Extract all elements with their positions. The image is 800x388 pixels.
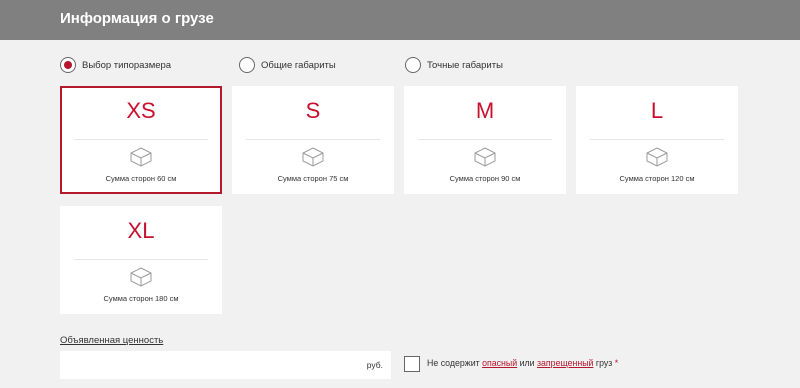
- card-size-label: M: [475, 98, 495, 123]
- radio-exact-dimensions[interactable]: Точные габариты: [405, 57, 503, 73]
- radio-size-type[interactable]: Выбор типоразмера: [60, 57, 171, 73]
- box-icon: [130, 147, 152, 167]
- size-card-xs[interactable]: XS Сумма сторон 60 см: [60, 86, 222, 194]
- no-dangerous-cargo-label: Не содержит опасный или запрещенный груз…: [427, 358, 618, 368]
- radio-circle-selected[interactable]: [60, 57, 76, 73]
- currency-label: руб.: [366, 360, 383, 370]
- card-description: Сумма сторон 180 см: [103, 294, 179, 303]
- divider: [74, 259, 208, 260]
- radio-label: Выбор типоразмера: [82, 59, 172, 71]
- box-icon: [474, 147, 496, 167]
- declared-value-input[interactable]: руб.: [60, 351, 391, 379]
- required-mark: *: [614, 358, 619, 368]
- box-icon: [302, 147, 324, 167]
- size-card-m[interactable]: M Сумма сторон 90 см: [404, 86, 566, 194]
- card-description: Сумма сторон 75 см: [277, 174, 349, 183]
- radio-label: Общие габариты: [261, 59, 336, 71]
- size-card-xl[interactable]: XL Сумма сторон 180 см: [60, 206, 222, 314]
- card-description: Сумма сторон 60 см: [105, 174, 177, 183]
- forbidden-cargo-link[interactable]: запрещенный: [537, 358, 593, 368]
- box-icon: [130, 267, 152, 287]
- divider: [590, 139, 724, 140]
- declared-value-label[interactable]: Объявленная ценность: [60, 335, 163, 346]
- card-size-label: L: [650, 98, 664, 123]
- size-mode-radio-group: Выбор типоразмера Общие габариты Точные …: [0, 57, 800, 77]
- no-dangerous-cargo-checkbox[interactable]: [404, 356, 420, 372]
- check-text-part: груз: [593, 358, 615, 368]
- card-description: Сумма сторон 120 см: [619, 174, 695, 183]
- divider: [74, 139, 208, 140]
- section-header: Информация о грузе: [0, 0, 800, 40]
- card-size-label: S: [305, 98, 321, 123]
- check-text-part: или: [517, 358, 537, 368]
- dangerous-cargo-link[interactable]: опасный: [482, 358, 517, 368]
- card-size-label: XS: [126, 98, 156, 123]
- radio-circle[interactable]: [405, 57, 421, 73]
- section-title: Информация о грузе: [60, 10, 214, 27]
- radio-circle[interactable]: [239, 57, 255, 73]
- radio-general-dimensions[interactable]: Общие габариты: [239, 57, 336, 73]
- size-card-s[interactable]: S Сумма сторон 75 см: [232, 86, 394, 194]
- card-description: Сумма сторон 90 см: [449, 174, 521, 183]
- box-icon: [646, 147, 668, 167]
- divider: [246, 139, 380, 140]
- check-text-part: Не содержит: [427, 358, 483, 368]
- card-size-label: XL: [127, 218, 155, 243]
- size-card-l[interactable]: L Сумма сторон 120 см: [576, 86, 738, 194]
- divider: [418, 139, 552, 140]
- radio-label: Точные габариты: [427, 59, 503, 71]
